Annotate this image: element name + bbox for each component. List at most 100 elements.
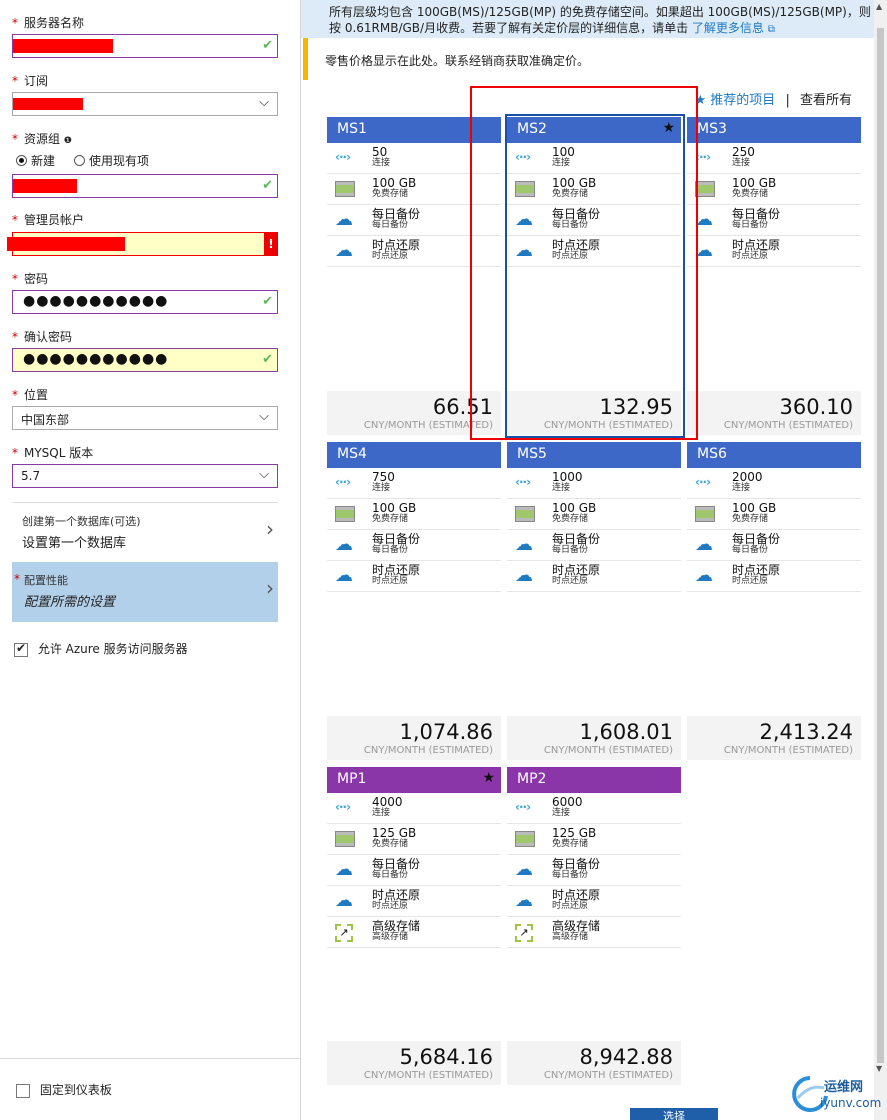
card-tier-name: MS1 xyxy=(337,121,367,137)
storage-icon xyxy=(335,831,355,847)
feature-value: 高级存储 xyxy=(552,919,601,933)
chevron-right-icon: › xyxy=(266,517,274,541)
radio-existing[interactable]: 使用现有项 xyxy=(74,152,149,169)
feature-label: 连接 xyxy=(552,483,571,493)
pricing-card-mp1[interactable]: MP1 ★ ‹··› 4000 连接 125 GB 免费存储 ☁ 每日备份 每日备份 ☁ 时点还原 时点… xyxy=(327,767,501,1085)
chevron-right-icon: › xyxy=(266,576,274,600)
restore-cloud-icon: ☁ xyxy=(515,890,533,911)
pricing-card-ms3[interactable]: MS3 ‹··› 250 连接 100 GB 免费存储 ☁ 每日备份 每日备份 ☁ 时点还原 时点还原… xyxy=(687,117,861,435)
feature-row: ‹··› 250 连接 xyxy=(687,143,861,174)
watermark-line-2: iyunv.com xyxy=(820,1096,882,1110)
learn-more-link[interactable]: 了解更多信息 xyxy=(692,21,764,35)
feature-row: ↗ 高级存储 高级存储 xyxy=(327,917,501,948)
subscription-select[interactable]: ⌵ xyxy=(12,92,278,116)
card-header: MS3 xyxy=(687,117,861,143)
card-header: MP2 xyxy=(507,767,681,793)
feature-value: 100 GB xyxy=(732,176,777,190)
feature-label: 连接 xyxy=(372,808,391,818)
scrollbar[interactable]: ▲ ▼ xyxy=(874,0,887,1120)
recommended-star-icon: ★ xyxy=(482,770,495,786)
feature-label: 每日备份 xyxy=(732,545,769,555)
backup-cloud-icon: ☁ xyxy=(515,534,533,555)
card-price-unit: CNY/MONTH (ESTIMATED) xyxy=(723,745,853,756)
scroll-thumb[interactable] xyxy=(877,28,884,1063)
server-name-input[interactable]: ✔ xyxy=(12,34,278,58)
feature-row: 100 GB 免费存储 xyxy=(507,499,681,530)
confirm-password-label: * 确认密码 xyxy=(12,330,73,344)
feature-label: 免费存储 xyxy=(372,189,409,199)
storage-icon xyxy=(335,181,355,197)
recommended-link[interactable]: 推荐的项目 xyxy=(710,93,775,108)
info-line-1: 所有层级均包含 100GB(MS)/125GB(MP) 的免费存储空间。如果超出… xyxy=(329,5,871,19)
redaction xyxy=(13,98,83,110)
location-select[interactable]: 中国东部 ⌵ xyxy=(12,406,278,430)
pricing-card-mp2[interactable]: MP2 ‹··› 6000 连接 125 GB 免费存储 ☁ 每日备份 每日备份 ☁ 时点还原 时点还… xyxy=(507,767,681,1085)
backup-cloud-icon: ☁ xyxy=(515,859,533,880)
feature-row: ☁ 每日备份 每日备份 xyxy=(687,205,861,236)
backup-cloud-icon: ☁ xyxy=(695,209,713,230)
feature-row: ☁ 每日备份 每日备份 xyxy=(507,855,681,886)
feature-value: 每日备份 xyxy=(372,207,421,221)
feature-label: 连接 xyxy=(372,158,391,168)
view-all-link[interactable]: 查看所有 xyxy=(800,93,852,108)
feature-value: 时点还原 xyxy=(372,238,421,252)
resource-group-label: * 资源组 ❶ xyxy=(12,132,72,146)
pricing-card-ms6[interactable]: MS6 ‹··› 2000 连接 100 GB 免费存储 ☁ 每日备份 每日备份 ☁ 时点还原 时点还… xyxy=(687,442,861,760)
valid-check-icon: ✔ xyxy=(262,178,273,193)
scroll-up-icon[interactable]: ▲ xyxy=(876,2,882,11)
select-button[interactable]: 选择 xyxy=(630,1108,718,1120)
info-banner: 所有层级均包含 100GB(MS)/125GB(MP) 的免费存储空间。如果超出… xyxy=(301,0,874,38)
valid-check-icon: ✔ xyxy=(262,352,273,367)
resource-group-input[interactable]: ✔ xyxy=(12,174,278,198)
scroll-down-icon[interactable]: ▼ xyxy=(876,1064,882,1073)
selected-card-outline xyxy=(505,114,685,438)
connections-icon: ‹··› xyxy=(515,475,531,489)
checkbox-checked-icon: ✔ xyxy=(14,640,28,657)
info-line-2: 按 0.61RMB/GB/月收费。若要了解有关定价层的详细信息，请单击 xyxy=(329,21,689,35)
radio-new[interactable]: 新建 xyxy=(16,152,55,169)
admin-input[interactable]: ! xyxy=(7,232,278,256)
pricing-card-ms5[interactable]: MS5 ‹··› 1000 连接 100 GB 免费存储 ☁ 每日备份 每日备份 ☁ 时点还原 时点还… xyxy=(507,442,681,760)
feature-value: 125 GB xyxy=(372,826,417,840)
feature-value: 每日备份 xyxy=(732,532,781,546)
feature-row: ‹··› 1000 连接 xyxy=(507,468,681,499)
card-tier-name: MS4 xyxy=(337,446,367,462)
mysql-version-select[interactable]: 5.7 ⌵ xyxy=(12,464,278,488)
restore-cloud-icon: ☁ xyxy=(515,565,533,586)
feature-row: ☁ 时点还原 时点还原 xyxy=(327,886,501,917)
external-link-icon: ⧉ xyxy=(767,24,775,35)
card-tier-name: MP2 xyxy=(517,771,547,787)
radio-selected-icon xyxy=(16,155,27,166)
feature-value: 每日备份 xyxy=(372,532,421,546)
feature-value: 1000 xyxy=(552,470,583,484)
feature-label: 连接 xyxy=(732,158,751,168)
checkbox-empty-icon xyxy=(16,1083,30,1098)
backup-cloud-icon: ☁ xyxy=(335,534,353,555)
card-price: 5,684.16 xyxy=(399,1045,493,1069)
create-db-row[interactable]: 创建第一个数据库(可选) 设置第一个数据库 › xyxy=(12,502,278,560)
allow-azure-checkbox[interactable]: ✔ 允许 Azure 服务访问服务器 xyxy=(14,640,188,657)
card-price: 1,074.86 xyxy=(399,720,493,744)
card-tier-name: MS3 xyxy=(697,121,727,137)
feature-label: 连接 xyxy=(552,808,571,818)
pin-checkbox[interactable]: 固定到仪表板 xyxy=(16,1081,112,1098)
feature-label: 每日备份 xyxy=(732,220,769,230)
perf-row[interactable]: * 配置性能 配置所需的设置 › xyxy=(12,562,278,622)
feature-row: ☁ 时点还原 时点还原 xyxy=(687,236,861,267)
connections-icon: ‹··› xyxy=(695,475,711,489)
feature-row: ‹··› 6000 连接 xyxy=(507,793,681,824)
restore-cloud-icon: ☁ xyxy=(335,240,353,261)
backup-cloud-icon: ☁ xyxy=(335,209,353,230)
feature-value: 100 GB xyxy=(372,176,417,190)
feature-value: 每日备份 xyxy=(552,532,601,546)
password-input[interactable]: ●●●●●●●●●●● ✔ xyxy=(12,290,278,314)
view-filter: ★ 推荐的项目 | 查看所有 xyxy=(695,89,853,108)
feature-label: 连接 xyxy=(372,483,391,493)
card-price: 1,608.01 xyxy=(579,720,673,744)
feature-label: 每日备份 xyxy=(552,545,589,555)
pricing-card-ms4[interactable]: MS4 ‹··› 750 连接 100 GB 免费存储 ☁ 每日备份 每日备份 ☁ 时点还原 时点还原… xyxy=(327,442,501,760)
confirm-password-input[interactable]: ●●●●●●●●●●● ✔ xyxy=(12,348,278,372)
notice-text: 零售价格显示在此处。联系经销商获取准确定价。 xyxy=(325,54,590,68)
feature-label: 免费存储 xyxy=(552,514,589,524)
feature-label: 免费存储 xyxy=(552,839,589,849)
